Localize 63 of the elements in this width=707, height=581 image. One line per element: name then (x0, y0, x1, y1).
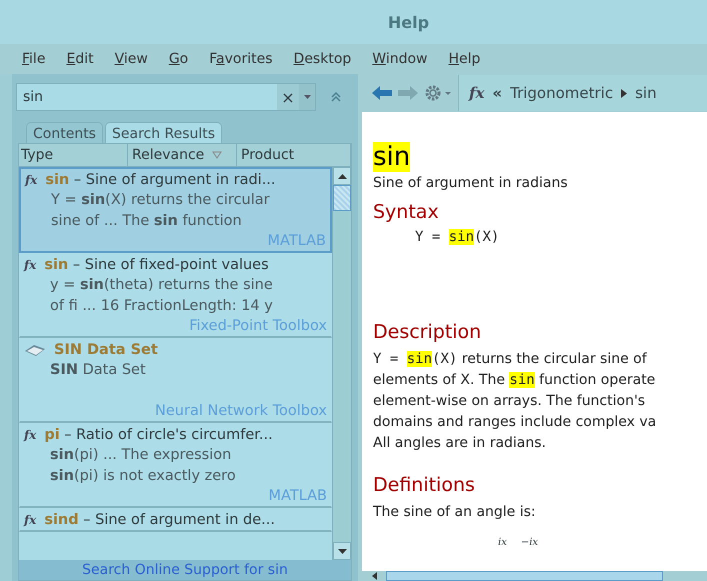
function-icon: fx (469, 84, 484, 102)
formula-fragment: ix (498, 537, 507, 548)
menu-item[interactable]: Desktop (294, 51, 352, 67)
sort-icon (212, 151, 222, 159)
product-label: Fixed-Point Toolbox (189, 318, 327, 334)
function-icon: fx (25, 173, 38, 187)
scroll-thumb[interactable] (333, 185, 351, 211)
column-header[interactable]: Relevance (128, 144, 237, 167)
section-heading: Syntax (373, 201, 440, 223)
menu-item[interactable]: Go (168, 51, 188, 67)
column-header[interactable]: Type (19, 144, 128, 167)
back-chevron-icon[interactable]: « (492, 84, 502, 102)
gear-icon[interactable] (424, 84, 452, 102)
formula-fragment: −ix (520, 537, 538, 548)
horizontal-scrollbar[interactable] (362, 571, 707, 581)
result-snippet: sin(pi) ... The expression sin(pi) is not exactly zero (49, 446, 237, 486)
result-snippet: Y = sin(X) returns the circular sine of ... The sin function (50, 191, 271, 231)
code-line: Y = sin(X) (414, 229, 500, 247)
menu-item[interactable]: Edit (66, 51, 94, 67)
page-summary: Sine of argument in radians (373, 175, 569, 191)
result-snippet: SIN Data Set (49, 361, 147, 380)
result-title: sind – Sine of argument in de... (44, 512, 275, 528)
column-header[interactable]: Product (237, 144, 351, 167)
section-heading: Description (373, 321, 482, 343)
menu-item[interactable]: Help (448, 51, 480, 67)
function-icon: fx (24, 428, 36, 442)
up-arrow-icon (338, 174, 346, 178)
result-item[interactable]: fx sin – Sine of argument in radi... Y = sin(X) returns the circular sine of ... The sin function MATLAB (19, 167, 332, 253)
left-arrow-icon (372, 572, 376, 580)
scrollbar[interactable] (332, 167, 351, 560)
result-snippet: y = sin(theta) returns the sine of fi ... 16 FractionLength: 14 y (49, 276, 274, 316)
menu-item[interactable]: View (114, 51, 148, 67)
forward-arrow-icon[interactable] (398, 86, 418, 100)
section-heading: Definitions (373, 474, 476, 496)
product-label: MATLAB (268, 233, 326, 249)
dropdown-button[interactable] (299, 84, 315, 110)
paragraph: Y = sin(X) returns the circular sine of elements of X. The sin function operate element-wise on arrays. The function's domains and ranges include complex va All angles are in radians. (373, 350, 658, 453)
menu-item[interactable]: Window (372, 51, 428, 67)
collapse-icon[interactable] (330, 91, 342, 103)
breadcrumb-current: sin (635, 84, 657, 102)
product-label: MATLAB (268, 488, 327, 504)
back-arrow-icon[interactable] (372, 86, 392, 100)
tab[interactable]: Search Results (104, 122, 222, 143)
search-field[interactable]: sin × (16, 83, 316, 111)
arrow-right-icon (621, 88, 628, 98)
result-title: pi – Ratio of circle's circumfer... (44, 427, 273, 443)
clear-button[interactable]: × (277, 84, 299, 110)
menu-item[interactable]: File (22, 51, 46, 67)
breadcrumb-link[interactable]: Trigonometric (510, 84, 614, 102)
function-icon: fx (24, 258, 36, 272)
paragraph: The sine of an angle is: (373, 503, 537, 522)
result-title: SIN Data Set (54, 342, 158, 358)
page-title: sin (373, 142, 410, 172)
down-arrow-icon (338, 548, 346, 554)
book-icon (24, 343, 46, 357)
product-label: Neural Network Toolbox (155, 403, 327, 419)
menu-item[interactable]: Favorites (209, 51, 273, 67)
caret-icon (304, 95, 310, 99)
result-title: sin – Sine of argument in radi... (45, 172, 276, 188)
function-icon: fx (24, 513, 36, 527)
window-title: Help (388, 12, 430, 32)
tab[interactable]: Contents (26, 122, 103, 143)
result-title: sin – Sine of fixed-point values (44, 257, 269, 273)
